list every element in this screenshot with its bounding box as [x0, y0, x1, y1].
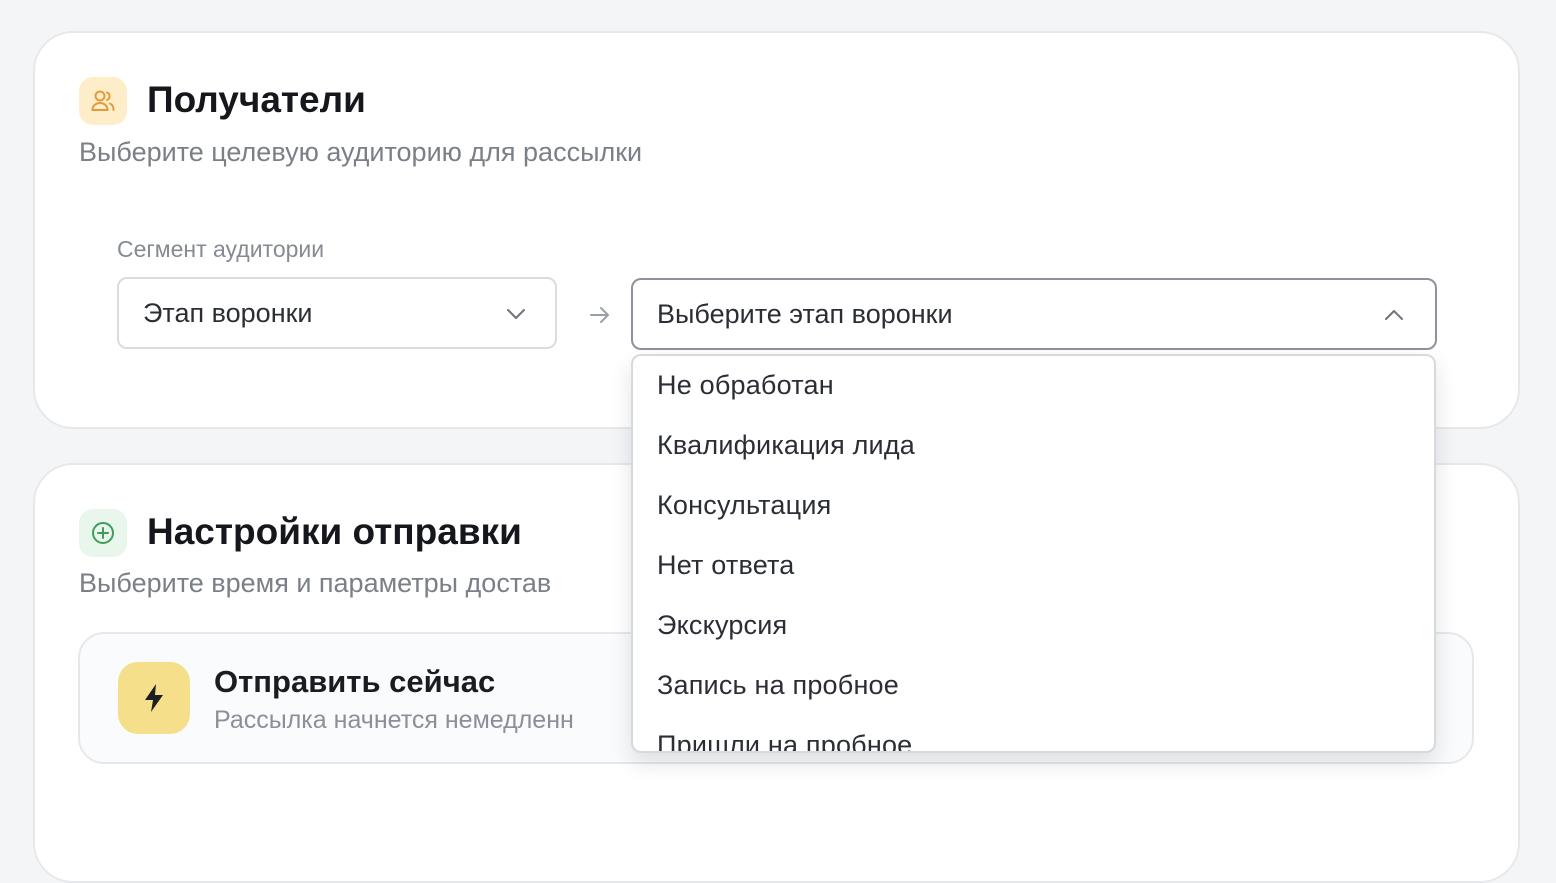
- plus-circle-icon: [92, 522, 114, 544]
- settings-icon-badge: [79, 509, 127, 557]
- stage-option[interactable]: Экскурсия: [657, 610, 787, 641]
- segment-label: Сегмент аудитории: [117, 236, 325, 262]
- recipients-title: Получатели: [147, 79, 366, 120]
- send-now-title: Отправить сейчас: [214, 664, 496, 699]
- stage-option[interactable]: Консультация: [657, 490, 831, 521]
- send-now-icon-badge: [118, 662, 190, 734]
- stage-option[interactable]: Квалификация лида: [657, 430, 915, 461]
- settings-subtitle: Выберите время и параметры достав: [79, 568, 552, 598]
- chevron-up-icon: [1385, 310, 1403, 320]
- stage-select-placeholder: Выберите этап воронки: [657, 298, 953, 329]
- stage-select[interactable]: Выберите этап воронки: [631, 278, 1437, 350]
- users-icon: [91, 90, 115, 111]
- stage-option[interactable]: Нет ответа: [657, 550, 795, 581]
- arrow-right-icon: [590, 307, 609, 323]
- segment-select[interactable]: Этап воронки: [117, 277, 557, 349]
- send-now-subtitle: Рассылка начнется немедленн: [214, 706, 574, 734]
- stage-dropdown-menu: Не обработан Квалификация лида Консульта…: [631, 354, 1436, 753]
- recipients-icon-badge: [79, 77, 127, 125]
- settings-title: Настройки отправки: [147, 511, 522, 552]
- stage-option[interactable]: Пришли на пробное: [657, 730, 912, 751]
- stage-option[interactable]: Запись на пробное: [657, 670, 899, 701]
- segment-select-value: Этап воронки: [143, 297, 313, 328]
- chevron-down-icon: [507, 309, 525, 319]
- lightning-bolt-icon: [145, 684, 163, 712]
- stage-option[interactable]: Не обработан: [657, 370, 834, 401]
- recipients-subtitle: Выберите целевую аудиторию для рассылки: [79, 137, 643, 167]
